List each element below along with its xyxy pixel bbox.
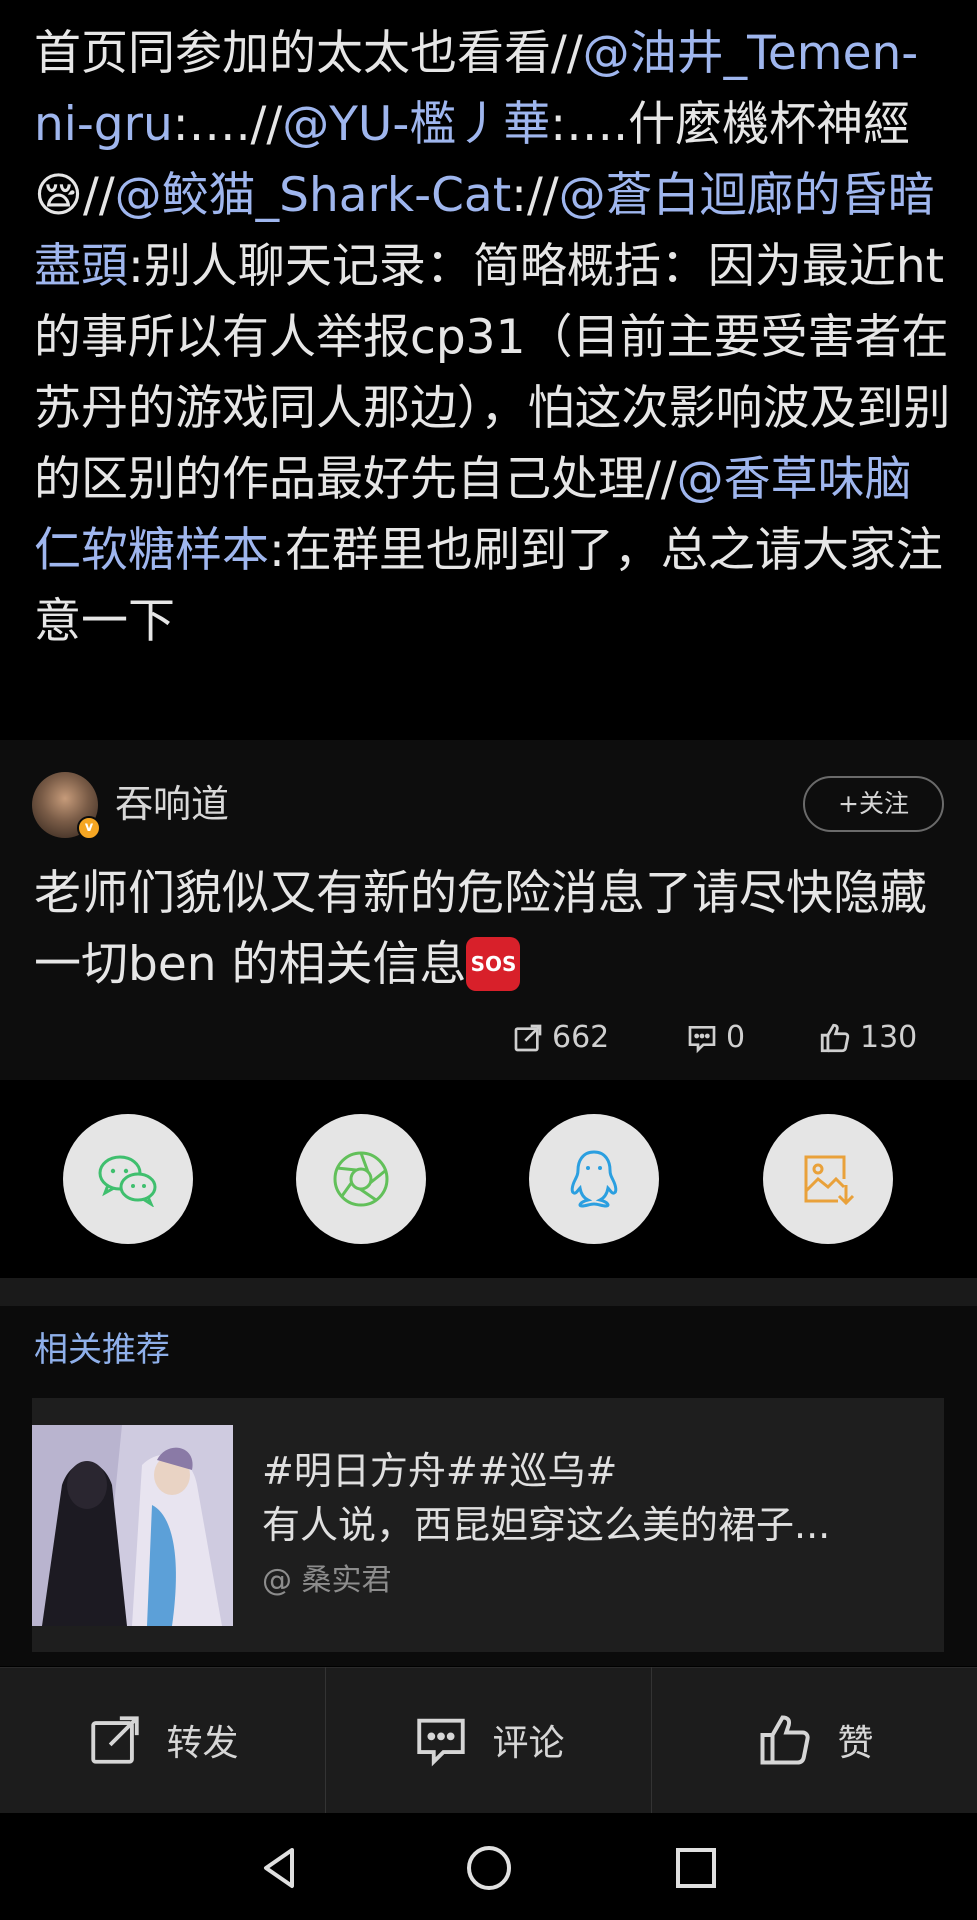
related-tags: #明日方舟##巡乌# bbox=[262, 1449, 618, 1493]
share-qq-button[interactable] bbox=[529, 1114, 659, 1244]
repost-text-segment: :….// bbox=[172, 97, 283, 152]
repost-button[interactable]: 转发 bbox=[0, 1667, 325, 1813]
repost-text-segment: : bbox=[511, 168, 527, 223]
repost-text-segment: // bbox=[527, 168, 559, 223]
section-separator bbox=[0, 1278, 977, 1306]
home-icon[interactable] bbox=[461, 1840, 517, 1896]
recents-icon[interactable] bbox=[668, 1840, 724, 1896]
comment-icon bbox=[417, 1718, 466, 1767]
comment-count[interactable]: 0 bbox=[686, 1018, 745, 1058]
thumb-up-icon bbox=[760, 1715, 811, 1765]
username[interactable]: 吞响道 bbox=[115, 780, 229, 828]
comment-label: 评论 bbox=[492, 1723, 565, 1764]
share-wechat-button[interactable] bbox=[63, 1114, 193, 1244]
like-count-value: 130 bbox=[860, 1020, 918, 1055]
save-image-icon bbox=[804, 1155, 855, 1206]
follow-button[interactable]: +关注 bbox=[803, 776, 944, 832]
comment-icon bbox=[688, 1026, 716, 1054]
related-title: 相关推荐 bbox=[34, 1330, 170, 1370]
like-label: 赞 bbox=[837, 1723, 874, 1764]
repost-icon bbox=[91, 1716, 140, 1764]
like-button[interactable]: 赞 bbox=[652, 1667, 977, 1813]
repost-chain-text: 首页同参加的太太也看看//@油井_Temen-ni-gru:….//@YU-檻丿… bbox=[34, 18, 954, 657]
share-moments-button[interactable] bbox=[296, 1114, 426, 1244]
verified-badge: v bbox=[77, 816, 101, 840]
comment-count-value: 0 bbox=[726, 1020, 746, 1055]
user-mention-link[interactable]: @YU-檻丿華 bbox=[282, 97, 550, 152]
like-count[interactable]: 130 bbox=[818, 1018, 917, 1058]
repost-count[interactable]: 662 bbox=[512, 1018, 609, 1058]
repost-icon bbox=[514, 1024, 542, 1052]
save-image-button[interactable] bbox=[763, 1114, 893, 1244]
user-mention-link[interactable]: @鲛猫_Shark-Cat bbox=[115, 168, 511, 223]
related-thumbnail[interactable] bbox=[32, 1425, 233, 1626]
back-icon[interactable] bbox=[252, 1840, 308, 1896]
comment-button[interactable]: 评论 bbox=[326, 1667, 651, 1813]
related-text: 有人说，西昆妲穿这么美的裙子... bbox=[262, 1503, 831, 1547]
thumb-up-icon bbox=[820, 1023, 850, 1053]
thumbnail-art bbox=[32, 1425, 233, 1626]
repost-text-segment: 首页同参加的太太也看看// bbox=[34, 26, 583, 81]
related-author[interactable]: @ 桑实君 bbox=[262, 1561, 392, 1601]
repost-count-value: 662 bbox=[552, 1020, 610, 1055]
moments-icon bbox=[333, 1151, 389, 1207]
qq-icon bbox=[570, 1150, 618, 1208]
post-text: 老师们貌似又有新的危险消息了请尽快隐藏一切ben 的相关信息 SOS bbox=[34, 858, 944, 1000]
wechat-icon bbox=[98, 1155, 157, 1207]
repost-label: 转发 bbox=[166, 1723, 239, 1764]
sos-emoji-icon: SOS bbox=[466, 936, 521, 991]
